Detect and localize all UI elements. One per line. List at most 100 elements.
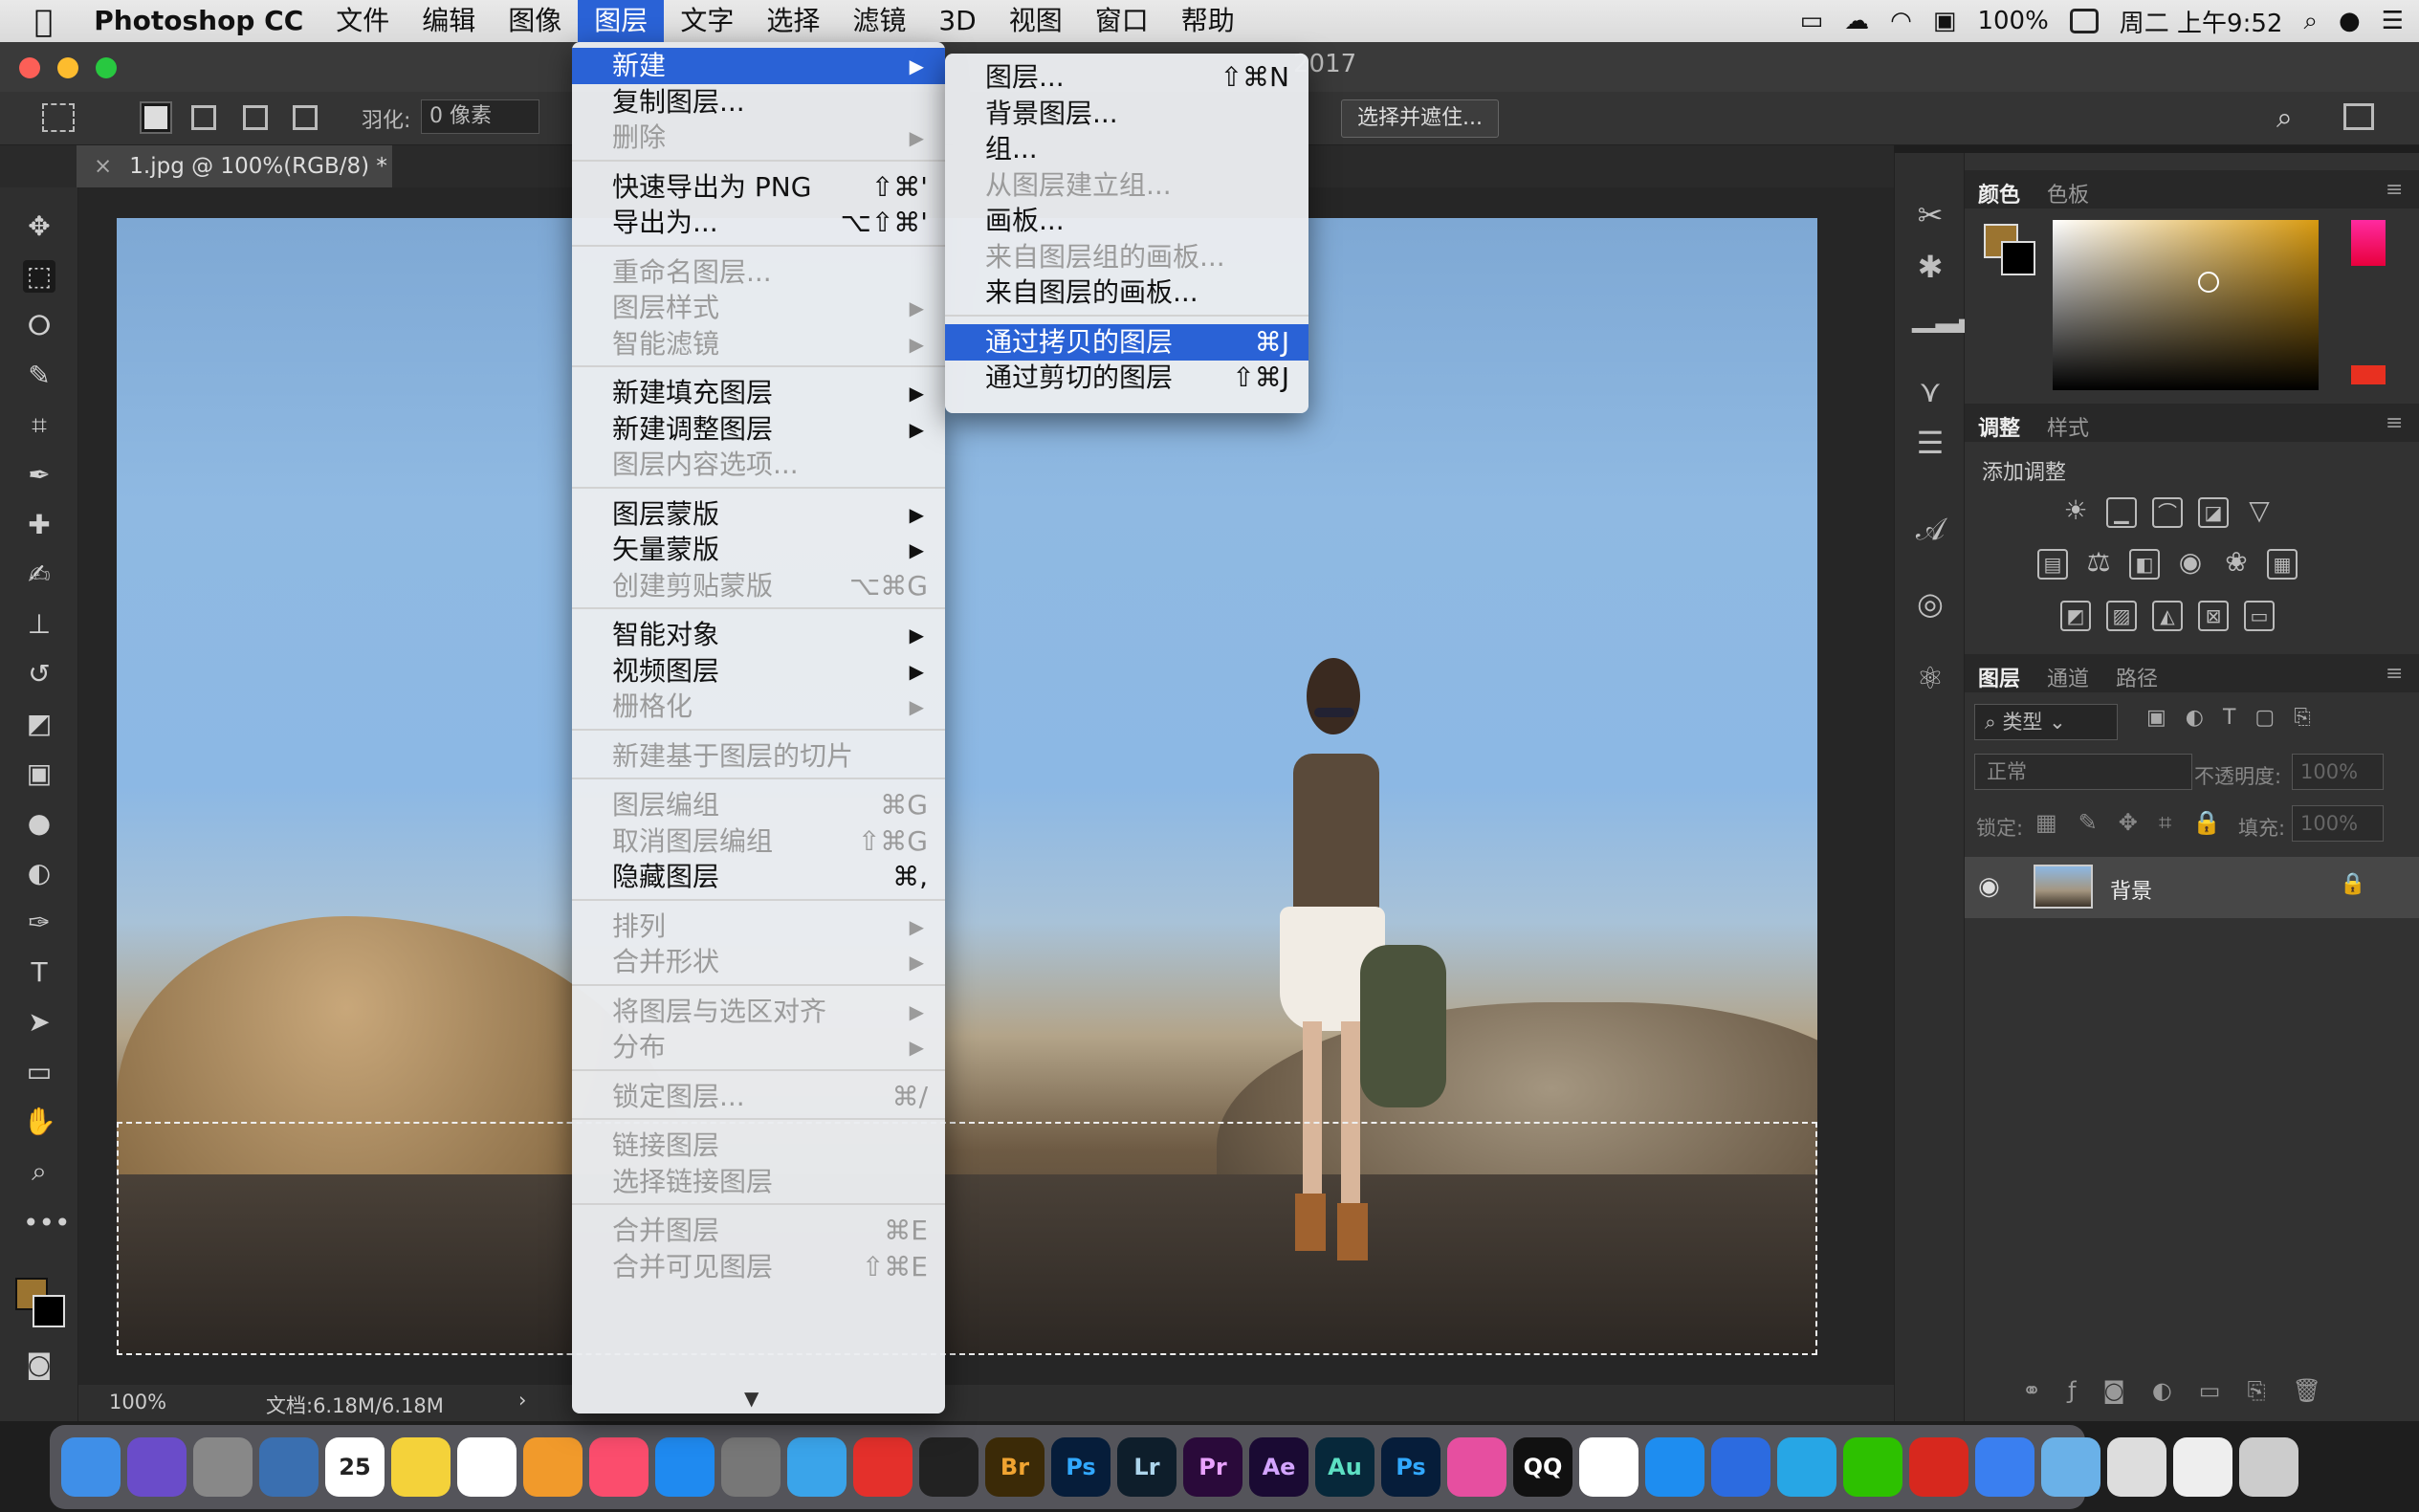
crop-tool-icon[interactable]: ⌗ xyxy=(23,409,55,442)
dock-app-keynote2-icon[interactable] xyxy=(1975,1437,2034,1497)
dock-app-photos-icon[interactable] xyxy=(523,1437,583,1497)
dock-app-siri-icon[interactable] xyxy=(127,1437,187,1497)
app-menu[interactable]: Photoshop CC xyxy=(77,0,319,42)
siri-icon[interactable]: ● xyxy=(2339,7,2361,35)
character-icon[interactable]: 𝒜 xyxy=(1912,511,1948,547)
dock-app-qq-browser-icon[interactable] xyxy=(787,1437,847,1497)
minimize-window-button[interactable] xyxy=(57,57,78,78)
dock-app-ps-icon[interactable]: Ps xyxy=(1051,1437,1111,1497)
color-balance-icon[interactable]: ⚖ xyxy=(2083,549,2114,580)
threshold-icon[interactable]: ◭ xyxy=(2152,601,2183,631)
dock-app-telegram-icon[interactable] xyxy=(1777,1437,1836,1497)
menu-7[interactable]: 3D xyxy=(922,0,992,42)
posterize-icon[interactable]: ▨ xyxy=(2106,601,2137,631)
rectangle-tool-icon[interactable]: ▭ xyxy=(23,1056,55,1088)
blend-mode-select[interactable]: 正常 xyxy=(1974,754,2192,790)
pen-tool-icon[interactable]: ✑ xyxy=(23,907,55,939)
zoom-level[interactable]: 100% xyxy=(109,1391,166,1413)
airplay-icon[interactable]: ▭ xyxy=(1800,7,1824,35)
zoom-window-button[interactable] xyxy=(96,57,117,78)
layer-menu-item[interactable]: 导出为... ⌥⇧⌘' xyxy=(572,205,945,241)
dock-app-system-preferences-icon[interactable] xyxy=(721,1437,781,1497)
new-submenu-item[interactable]: 通过剪切的图层 ⇧⌘J xyxy=(945,360,1308,396)
hand-tool-icon[interactable]: ✋ xyxy=(23,1106,56,1138)
dock-app-baidu-icon[interactable] xyxy=(1711,1437,1770,1497)
menu-3[interactable]: 图层 xyxy=(578,0,665,42)
tab-channels[interactable]: 通道 xyxy=(2047,662,2089,692)
color-lookup-icon[interactable]: ▦ xyxy=(2267,549,2298,580)
panel-menu-icon[interactable]: ≡ xyxy=(2386,411,2403,435)
cloud-icon[interactable]: ☁ xyxy=(1844,7,1869,35)
layer-name[interactable]: 背景 xyxy=(2110,874,2152,905)
spotlight-search-icon[interactable]: ⌕ xyxy=(2303,7,2318,36)
dock-app-app-store-icon[interactable] xyxy=(655,1437,715,1497)
dock-app-music-icon[interactable] xyxy=(589,1437,649,1497)
dock-app-calendar-icon[interactable]: 25 xyxy=(325,1437,385,1497)
menu-0[interactable]: 文件 xyxy=(319,0,406,42)
3d-scene-icon[interactable]: ⚛ xyxy=(1912,660,1948,696)
add-to-selection-icon[interactable] xyxy=(191,105,216,130)
channel-mixer-icon[interactable]: ❀ xyxy=(2221,549,2252,580)
tab-styles[interactable]: 样式 xyxy=(2047,411,2089,442)
search-icon[interactable]: ⌕ xyxy=(2276,101,2293,135)
menu-9[interactable]: 窗口 xyxy=(1079,0,1165,42)
tab-swatches[interactable]: 色板 xyxy=(2047,178,2089,208)
histogram-icon[interactable]: ▁▂▃ xyxy=(1912,296,1983,333)
brush-settings-icon[interactable]: ⋎ xyxy=(1912,373,1948,409)
clone-stamp-tool-icon[interactable]: ⊥ xyxy=(23,608,55,641)
clock[interactable]: 周二 上午9:52 xyxy=(2120,4,2283,39)
dock-app-ae-icon[interactable]: Ae xyxy=(1249,1437,1308,1497)
hue-slider-bottom[interactable] xyxy=(2351,365,2386,384)
dock-app-notes-icon[interactable] xyxy=(391,1437,451,1497)
dock-app-folder-icon[interactable] xyxy=(2041,1437,2100,1497)
intersect-selection-icon[interactable] xyxy=(293,105,318,130)
brush-tool-icon[interactable]: ✍ xyxy=(23,559,55,591)
black-white-icon[interactable]: ◧ xyxy=(2129,549,2160,580)
move-tool-icon[interactable]: ✥ xyxy=(23,210,55,243)
dock-app-ps-icon[interactable]: Ps xyxy=(1381,1437,1440,1497)
hue-saturation-icon[interactable]: ▤ xyxy=(2037,549,2068,580)
new-submenu-item[interactable]: 通过拷贝的图层 ⌘J xyxy=(945,323,1308,361)
layer-filter-icons[interactable]: ▣◐T▢⎘ xyxy=(2146,706,2330,730)
path-selection-tool-icon[interactable]: ➤ xyxy=(23,1006,55,1039)
menu-1[interactable]: 编辑 xyxy=(406,0,492,42)
tab-paths[interactable]: 路径 xyxy=(2116,662,2158,692)
marquee-selection[interactable] xyxy=(117,1122,1817,1355)
invert-icon[interactable]: ◩ xyxy=(2060,601,2091,631)
gradient-tool-icon[interactable]: ▣ xyxy=(23,757,55,790)
dock-app-safari-icon[interactable] xyxy=(1645,1437,1704,1497)
properties-icon[interactable]: ☰ xyxy=(1912,425,1948,461)
new-submenu-item[interactable]: 背景图层... xyxy=(945,96,1308,132)
notification-center-icon[interactable]: ☰ xyxy=(2382,7,2404,35)
apple-menu-icon[interactable]:  xyxy=(0,0,77,42)
layer-menu-item[interactable]: 新建填充图层 ▶ xyxy=(572,375,945,411)
menu-6[interactable]: 滤镜 xyxy=(836,0,922,42)
layer-menu-item[interactable]: 隐藏图层 ⌘, xyxy=(572,859,945,895)
dock-app-launchpad-icon[interactable] xyxy=(193,1437,253,1497)
layer-row-background[interactable]: ◉ 背景 🔒 xyxy=(1965,857,2419,918)
brightness-contrast-icon[interactable]: ☀ xyxy=(2060,497,2091,528)
new-selection-icon[interactable] xyxy=(140,101,172,134)
new-submenu-item[interactable]: 组... xyxy=(945,131,1308,167)
background-color-swatch[interactable] xyxy=(33,1295,65,1327)
menu-5[interactable]: 选择 xyxy=(750,0,836,42)
gradient-map-icon[interactable]: ▭ xyxy=(2244,601,2275,631)
menu-4[interactable]: 文字 xyxy=(664,0,750,42)
tab-color[interactable]: 颜色 xyxy=(1978,178,2020,208)
selective-color-icon[interactable]: ⊠ xyxy=(2198,601,2229,631)
dock-app-trash-icon[interactable] xyxy=(2239,1437,2298,1497)
history-brush-tool-icon[interactable]: ↺ xyxy=(23,658,55,690)
menu-10[interactable]: 帮助 xyxy=(1165,0,1251,42)
feather-input[interactable]: 0 像素 xyxy=(421,99,539,134)
document-tab[interactable]: × 1.jpg @ 100%(RGB/8) * xyxy=(77,145,392,187)
eyedropper-tool-icon[interactable]: ✒ xyxy=(23,459,55,492)
dock-app-pr-icon[interactable]: Pr xyxy=(1183,1437,1242,1497)
dock-app-lr-icon[interactable]: Lr xyxy=(1117,1437,1177,1497)
quick-mask-icon[interactable]: ◙ xyxy=(23,1348,55,1381)
subtract-from-selection-icon[interactable] xyxy=(243,105,268,130)
3d-icon[interactable]: ✱ xyxy=(1912,249,1948,285)
new-submenu-item[interactable]: 图层... ⇧⌘N xyxy=(945,59,1308,96)
lasso-tool-icon[interactable]: ⵔ xyxy=(23,310,55,342)
dock-app-images-icon[interactable] xyxy=(2173,1437,2232,1497)
panel-menu-icon[interactable]: ≡ xyxy=(2386,662,2403,686)
